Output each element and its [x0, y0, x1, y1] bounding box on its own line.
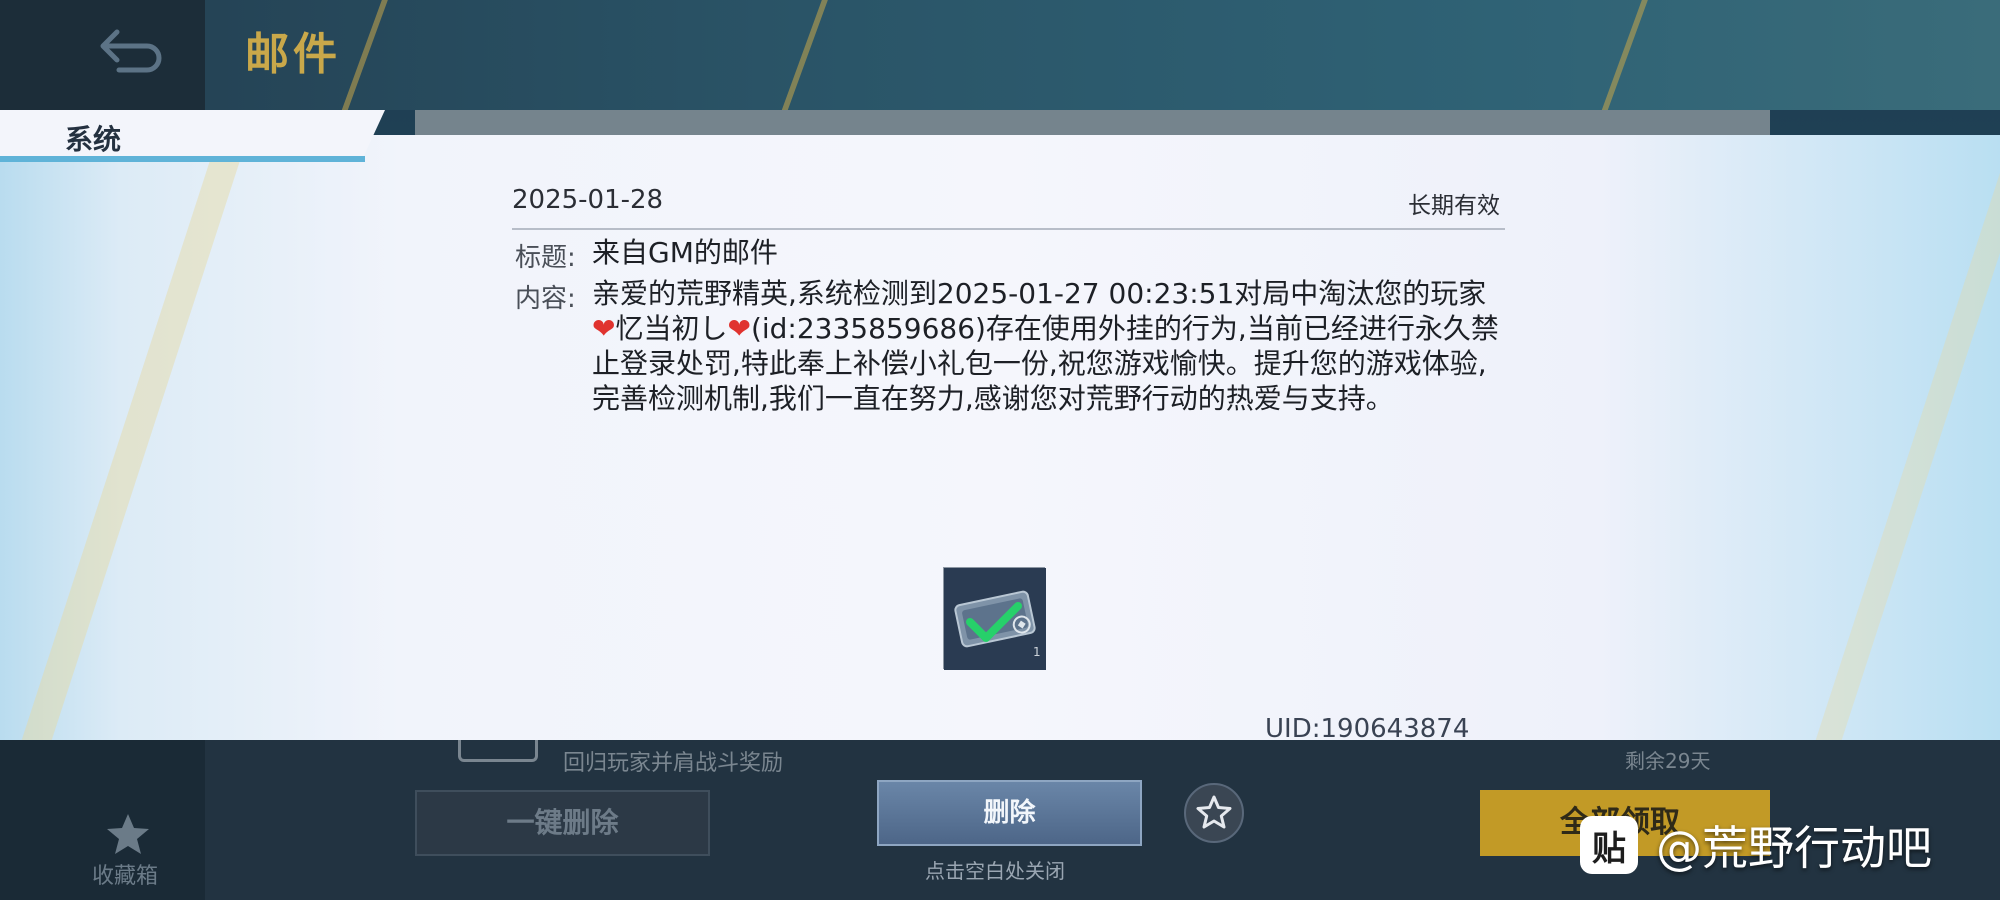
content-label: 内容: [515, 284, 576, 314]
attachment-count: 1 [1033, 645, 1041, 659]
bulk-delete-button[interactable]: 一键删除 [415, 790, 710, 856]
favorite-toggle-button[interactable] [1184, 783, 1244, 843]
watermark-text: @荒野行动吧 [1656, 821, 1932, 875]
star-icon [107, 814, 149, 854]
heart-icon: ❤ [727, 312, 751, 345]
mail-row-icon [458, 740, 538, 762]
delete-button[interactable]: 删除 [877, 780, 1142, 846]
header-divider [512, 228, 1505, 230]
attachment-item[interactable] [943, 567, 1046, 670]
decor-stripe [1590, 0, 1656, 110]
page-title: 邮件 [245, 29, 341, 80]
watermark: 贴 @荒野行动吧 [1580, 812, 1932, 878]
back-button[interactable] [95, 22, 165, 78]
mail-content: 亲爱的荒野精英,系统检测到2025-01-27 00:23:51对局中淘汰您的玩… [592, 276, 1507, 416]
heart-icon: ❤ [592, 312, 616, 345]
star-outline-icon [1196, 795, 1232, 829]
ticket-card-icon [944, 568, 1046, 670]
player-name: 忆当初し [615, 312, 728, 345]
mail-row-remaining: 剩余29天 [1625, 749, 1711, 773]
content-text-part1: 亲爱的荒野精英,系统检测到2025-01-27 00:23:51对局中淘汰您的玩… [592, 277, 1487, 310]
favorites-button[interactable] [105, 812, 151, 856]
mail-title: 来自GM的邮件 [592, 236, 778, 269]
tab-system[interactable] [0, 110, 385, 160]
favorites-label: 收藏箱 [92, 864, 159, 889]
tieba-logo-icon: 贴 [1580, 816, 1638, 874]
decor-stripe [770, 0, 836, 110]
tab-accent-line [0, 156, 365, 162]
mail-date: 2025-01-28 [512, 185, 664, 215]
mail-validity: 长期有效 [1408, 193, 1500, 219]
title-label: 标题: [515, 243, 576, 273]
tab-system-label: 系统 [65, 123, 122, 156]
back-arrow-icon [100, 29, 162, 73]
close-hint: 点击空白处关闭 [925, 859, 1065, 883]
mail-row-title: 回归玩家并肩战斗奖励 [563, 751, 784, 776]
